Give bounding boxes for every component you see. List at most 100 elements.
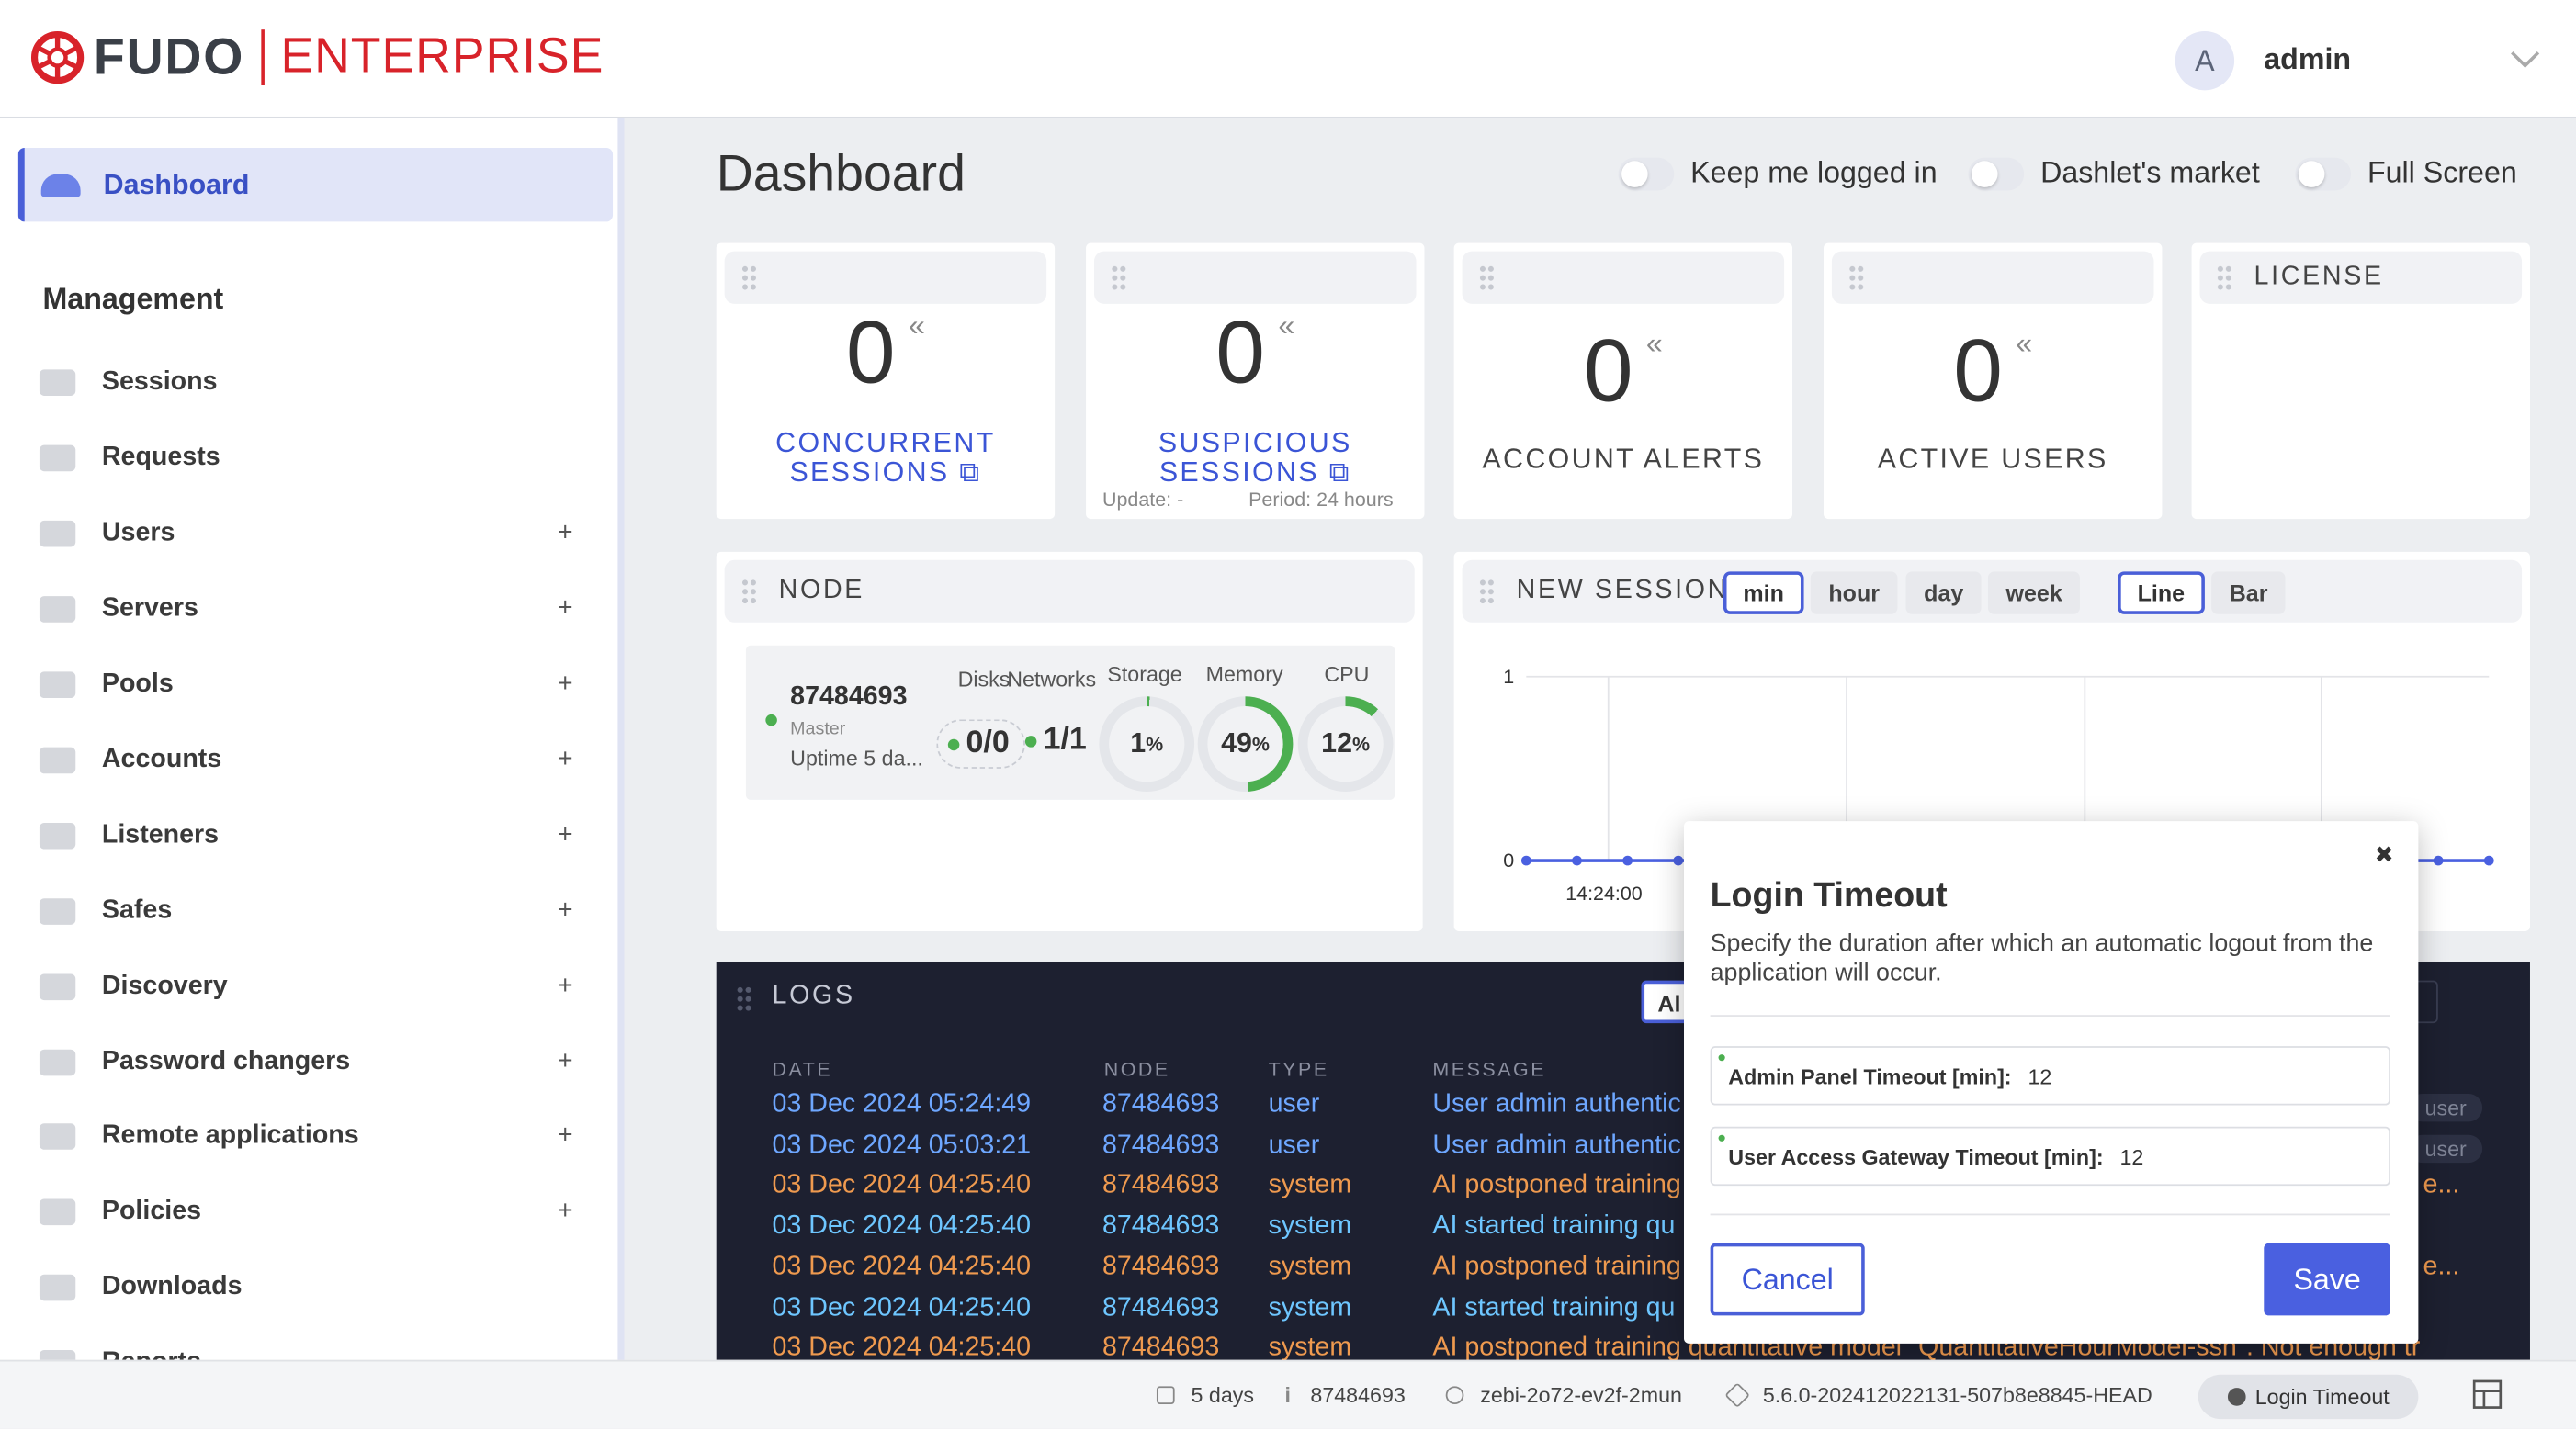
- log-type: user: [1268, 1090, 1320, 1119]
- save-button[interactable]: Save: [2264, 1243, 2390, 1316]
- avatar[interactable]: A: [2175, 30, 2235, 91]
- drag-handle-icon[interactable]: [736, 985, 753, 1012]
- data-point: [2483, 855, 2494, 866]
- sidebar-item-sessions[interactable]: Sessions: [39, 350, 582, 416]
- sidebar-item-pools[interactable]: Pools +: [39, 652, 582, 718]
- col-disks: Disks: [957, 667, 1011, 692]
- full-screen-toggle[interactable]: Full Screen: [2295, 156, 2517, 191]
- toggle-switch[interactable]: [1618, 156, 1675, 190]
- percent-sign: %: [1251, 732, 1270, 756]
- col-cpu: CPU: [1324, 661, 1370, 687]
- expand-icon[interactable]: +: [548, 821, 582, 850]
- memory-value: 49: [1221, 727, 1252, 760]
- login-timeout-button[interactable]: Login Timeout: [2198, 1374, 2419, 1420]
- log-date: 03 Dec 2024 04:25:40: [772, 1333, 1032, 1362]
- drag-handle-icon[interactable]: [740, 578, 758, 605]
- sidebar-item-remote-applications[interactable]: Remote applications +: [39, 1104, 582, 1170]
- sidebar-item-discovery[interactable]: Discovery +: [39, 954, 582, 1020]
- keep-logged-toggle[interactable]: Keep me logged in: [1618, 156, 1938, 191]
- admin-panel-timeout-field[interactable]: Admin Panel Timeout [min]: 12: [1710, 1046, 2390, 1106]
- range-day-button[interactable]: day: [1905, 571, 1982, 614]
- layout-icon[interactable]: [2472, 1379, 2503, 1409]
- data-point: [1520, 855, 1531, 866]
- sidebar-item-accounts[interactable]: Accounts +: [39, 727, 582, 793]
- footer-host-text: zebi-2o72-ev2f-2mun: [1480, 1382, 1682, 1408]
- log-type: system: [1268, 1293, 1352, 1322]
- x-tick-label: 14:24:00: [1565, 883, 1643, 905]
- range-min-button[interactable]: min: [1723, 571, 1804, 614]
- gateway-timeout-field[interactable]: User Access Gateway Timeout [min]: 12: [1710, 1126, 2390, 1187]
- users-icon: [39, 520, 76, 547]
- networks-count: 1/1: [1043, 722, 1087, 758]
- expand-icon[interactable]: +: [548, 973, 582, 1002]
- drag-handle-icon[interactable]: [2216, 264, 2233, 291]
- stat-value: 0 «: [1086, 302, 1424, 404]
- expand-icon[interactable]: +: [548, 1198, 582, 1227]
- sidebar-item-users[interactable]: Users +: [39, 501, 582, 567]
- field-value[interactable]: 12: [2028, 1063, 2051, 1088]
- disks-count: 0/0: [966, 726, 1010, 760]
- node-status-dot: [765, 714, 777, 726]
- drag-handle-icon[interactable]: [1110, 264, 1127, 291]
- card-header: [1094, 251, 1417, 304]
- info-icon: i: [1284, 1382, 1291, 1408]
- sidebar-item-policies[interactable]: Policies +: [39, 1179, 582, 1245]
- drag-handle-icon[interactable]: [1478, 264, 1496, 291]
- sidebar-item-dashboard[interactable]: Dashboard: [17, 147, 614, 222]
- expand-icon[interactable]: +: [548, 519, 582, 548]
- clock-icon: [2227, 1388, 2245, 1406]
- status-bar: 5 days i 87484693 zebi-2o72-ev2f-2mun 5.6…: [0, 1359, 2576, 1429]
- log-node: 87484693: [1102, 1131, 1220, 1159]
- sessions-icon: [39, 369, 76, 396]
- range-week-button[interactable]: week: [1987, 571, 2081, 614]
- chevron-down-icon[interactable]: [2511, 42, 2540, 77]
- chart-type-bar-button[interactable]: Bar: [2211, 571, 2287, 614]
- collapse-arrows-icon[interactable]: «: [909, 309, 925, 342]
- log-date: 03 Dec 2024 04:25:40: [772, 1171, 1032, 1200]
- expand-icon[interactable]: +: [548, 1121, 582, 1151]
- toggle-switch[interactable]: [2295, 156, 2352, 190]
- brand-logo[interactable]: FUDO ENTERPRISE: [28, 27, 604, 89]
- card-header: [724, 251, 1047, 304]
- expand-icon[interactable]: +: [548, 1048, 582, 1077]
- log-type: system: [1268, 1211, 1352, 1241]
- expand-icon[interactable]: +: [548, 670, 582, 700]
- suspicious-sessions-link[interactable]: SUSPICIOUS SESSIONS ⧉: [1086, 428, 1424, 488]
- close-icon[interactable]: ✖: [2375, 841, 2394, 869]
- user-name[interactable]: admin: [2264, 42, 2351, 77]
- node-row[interactable]: 87484693 Master Uptime 5 da... Disks Net…: [745, 645, 1395, 800]
- drag-handle-icon[interactable]: [740, 264, 758, 291]
- chart-type-line-button[interactable]: Line: [2118, 571, 2205, 614]
- stat-value: 0 «: [1824, 321, 2162, 422]
- sidebar-item-password-changers[interactable]: Password changers +: [39, 1030, 582, 1096]
- sidebar-item-servers[interactable]: Servers +: [39, 577, 582, 643]
- sidebar-item-label: Password changers: [101, 1047, 351, 1076]
- dashlet-market-toggle[interactable]: Dashlet's market: [1968, 156, 2260, 191]
- sidebar-item-listeners[interactable]: Listeners +: [39, 803, 582, 869]
- node-uptime: Uptime 5 da...: [790, 745, 923, 771]
- col-storage: Storage: [1107, 661, 1182, 687]
- log-tag-badge: user: [2408, 1134, 2483, 1163]
- toggle-switch[interactable]: [1968, 156, 2025, 190]
- sidebar-item-safes[interactable]: Safes +: [39, 879, 582, 945]
- collapse-arrows-icon[interactable]: «: [2016, 327, 2032, 360]
- log-message: AI started training qu: [1432, 1211, 1676, 1241]
- drag-handle-icon[interactable]: [1847, 264, 1865, 291]
- collapse-arrows-icon[interactable]: «: [1278, 309, 1294, 342]
- stat-number: 0: [1583, 321, 1633, 421]
- sidebar-item-requests[interactable]: Requests: [39, 425, 582, 491]
- collapse-arrows-icon[interactable]: «: [1646, 327, 1663, 360]
- sidebar-item-downloads[interactable]: Downloads: [39, 1255, 582, 1321]
- stat-label: ACCOUNT ALERTS: [1482, 443, 1765, 475]
- expand-icon[interactable]: +: [548, 746, 582, 775]
- data-point: [1572, 855, 1582, 866]
- expand-icon[interactable]: +: [548, 594, 582, 624]
- concurrent-sessions-link[interactable]: CONCURRENT SESSIONS ⧉: [717, 428, 1055, 488]
- drag-handle-icon[interactable]: [1478, 578, 1496, 605]
- cancel-button[interactable]: Cancel: [1710, 1243, 1865, 1316]
- fudo-logo-icon: [30, 30, 85, 84]
- field-value[interactable]: 12: [2119, 1144, 2143, 1169]
- expand-icon[interactable]: +: [548, 896, 582, 926]
- suspicious-sessions-card: 0 « SUSPICIOUS SESSIONS ⧉ Update: - Period…: [1086, 242, 1425, 520]
- range-hour-button[interactable]: hour: [1810, 571, 1898, 614]
